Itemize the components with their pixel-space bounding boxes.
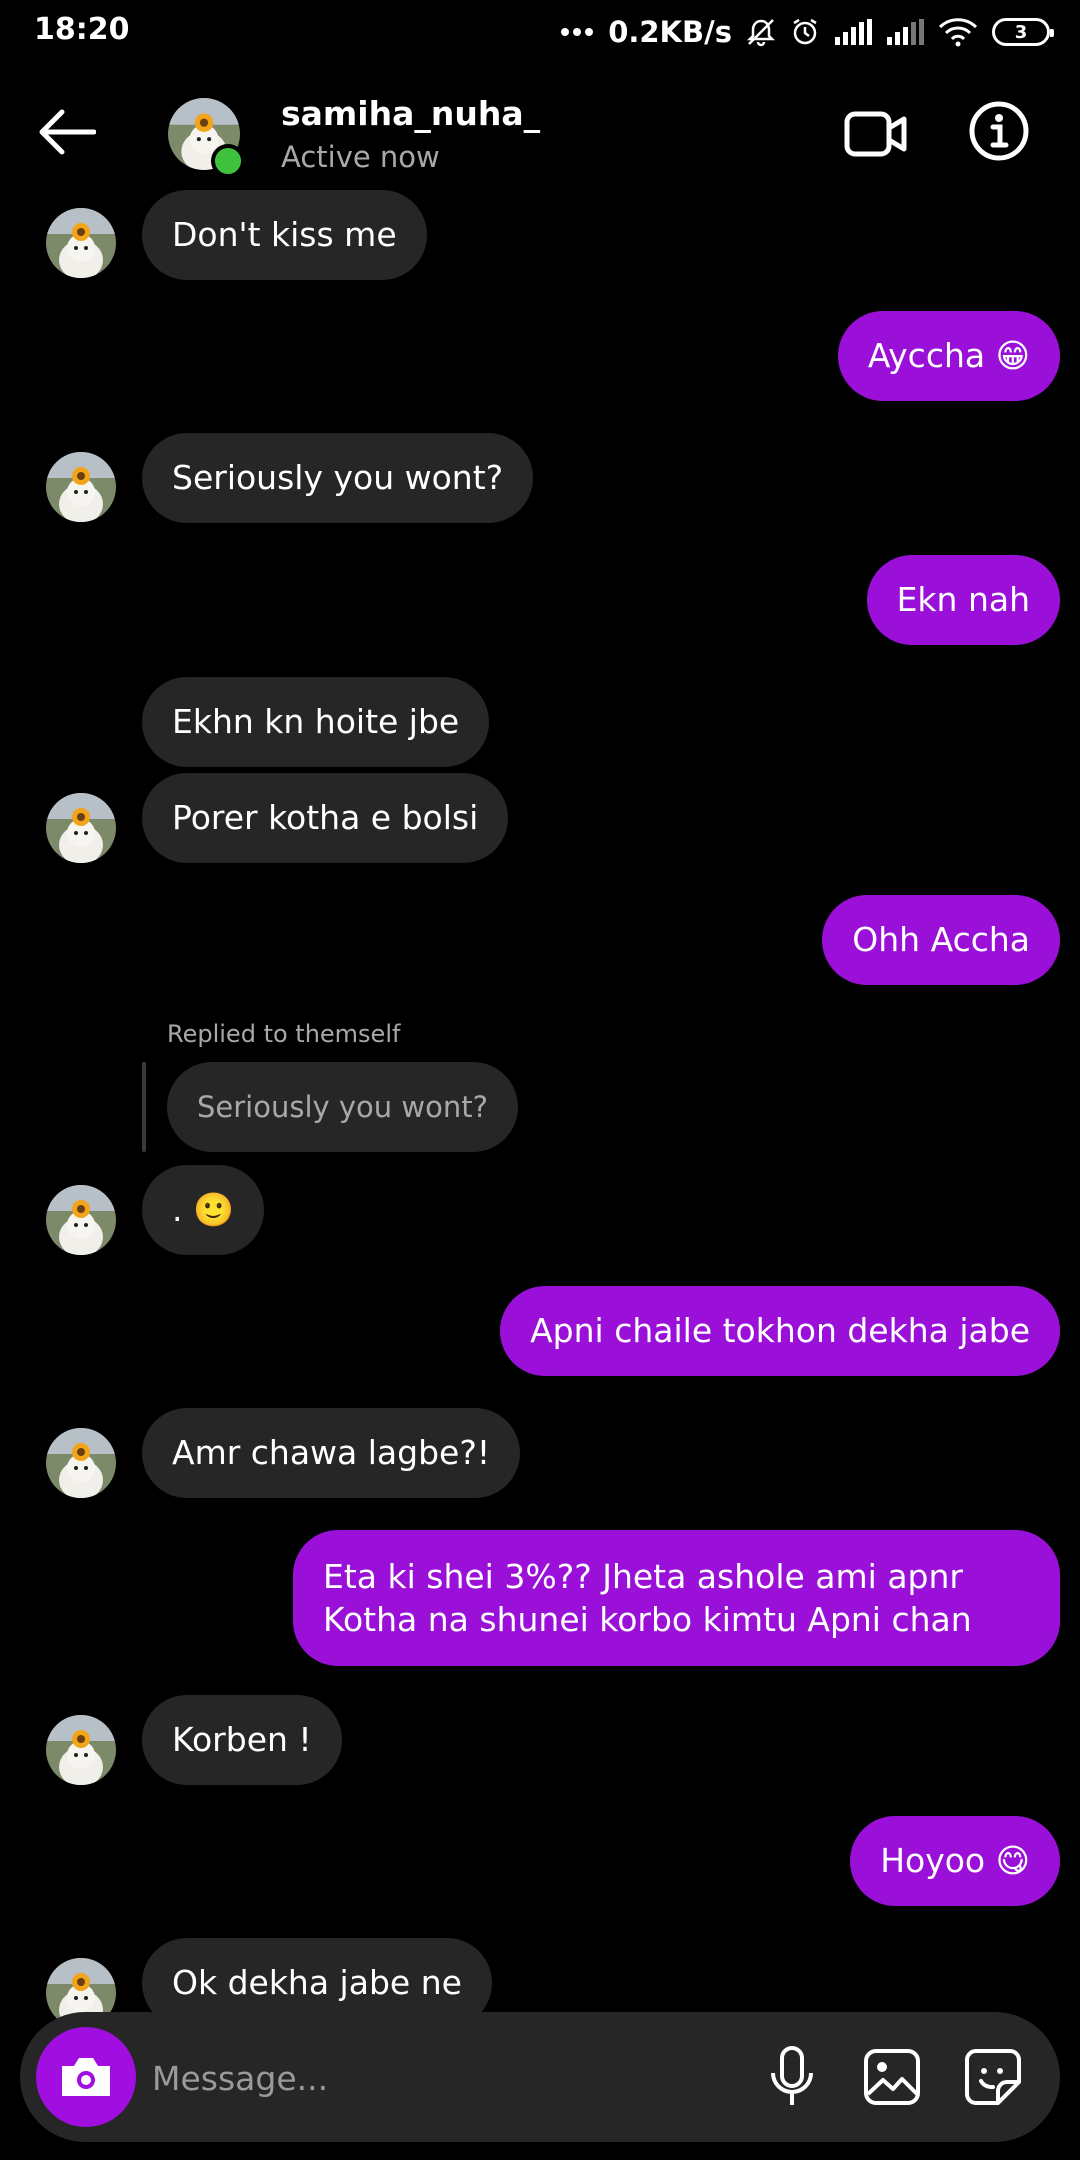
sender-avatar[interactable] bbox=[46, 452, 116, 522]
message-bubble-incoming[interactable]: . 🙂 bbox=[142, 1165, 265, 1255]
alarm-icon bbox=[790, 17, 820, 47]
message-bubble-outgoing[interactable]: Hoyoo 😋 bbox=[850, 1816, 1060, 1906]
contact-status: Active now bbox=[281, 140, 440, 174]
camera-button[interactable] bbox=[36, 2027, 136, 2127]
microphone-icon bbox=[771, 2046, 813, 2105]
wifi-icon bbox=[938, 17, 978, 47]
sender-avatar[interactable] bbox=[46, 1185, 116, 1255]
gallery-icon bbox=[864, 2049, 920, 2105]
reply-divider bbox=[142, 1062, 146, 1152]
status-bar: 18:20 0.2KB/s 3 bbox=[0, 0, 1080, 62]
message-bubble-incoming[interactable]: Seriously you wont? bbox=[142, 433, 534, 523]
message-bubble-incoming[interactable]: Korben ! bbox=[142, 1695, 342, 1785]
more-dots-icon bbox=[560, 27, 594, 37]
microphone-button[interactable] bbox=[757, 2042, 827, 2112]
message-bubble-incoming[interactable]: Ekhn kn hoite jbe bbox=[142, 677, 490, 767]
sticker-icon bbox=[965, 2049, 1021, 2105]
contact-username[interactable]: samiha_nuha_ bbox=[281, 94, 540, 133]
battery-level: 3 bbox=[1014, 21, 1028, 43]
video-call-button[interactable] bbox=[844, 108, 908, 160]
online-indicator bbox=[211, 144, 245, 178]
reply-label: Replied to themself bbox=[167, 1020, 401, 1048]
gallery-button[interactable] bbox=[857, 2042, 927, 2112]
message-bubble-incoming[interactable]: Amr chawa lagbe?! bbox=[142, 1408, 521, 1498]
message-bubble-outgoing[interactable]: Ohh Accha bbox=[822, 895, 1060, 985]
signal-icon-2 bbox=[886, 19, 924, 45]
sender-avatar[interactable] bbox=[46, 793, 116, 863]
sticker-button[interactable] bbox=[958, 2042, 1028, 2112]
chat-header: samiha_nuha_ Active now bbox=[0, 62, 1080, 212]
message-bubble-incoming[interactable]: Don't kiss me bbox=[142, 190, 427, 280]
sender-avatar[interactable] bbox=[46, 208, 116, 278]
message-input[interactable] bbox=[150, 2042, 714, 2114]
message-bubble-incoming[interactable]: Porer kotha e bolsi bbox=[142, 773, 509, 863]
sender-avatar[interactable] bbox=[46, 1715, 116, 1785]
message-bubble-outgoing[interactable]: Eta ki shei 3%?? Jheta ashole ami apnr K… bbox=[293, 1530, 1060, 1666]
info-button[interactable] bbox=[968, 100, 1030, 162]
network-speed: 0.2KB/s bbox=[608, 15, 732, 49]
battery-icon: 3 bbox=[992, 18, 1054, 46]
signal-icon bbox=[834, 19, 872, 45]
message-bubble-outgoing[interactable]: Apni chaile tokhon dekha jabe bbox=[500, 1286, 1060, 1376]
mute-bell-icon bbox=[746, 17, 776, 47]
camera-icon bbox=[62, 2058, 110, 2096]
message-composer bbox=[20, 2012, 1060, 2142]
message-bubble-outgoing[interactable]: Ekn nah bbox=[866, 555, 1060, 645]
sender-avatar[interactable] bbox=[46, 1428, 116, 1498]
status-time: 18:20 bbox=[34, 12, 130, 47]
status-indicators: 0.2KB/s 3 bbox=[560, 12, 1054, 52]
message-bubble-outgoing[interactable]: Ayccha 😁 bbox=[837, 311, 1060, 401]
reply-quoted-message[interactable]: Seriously you wont? bbox=[167, 1062, 519, 1152]
back-button[interactable] bbox=[36, 107, 106, 157]
